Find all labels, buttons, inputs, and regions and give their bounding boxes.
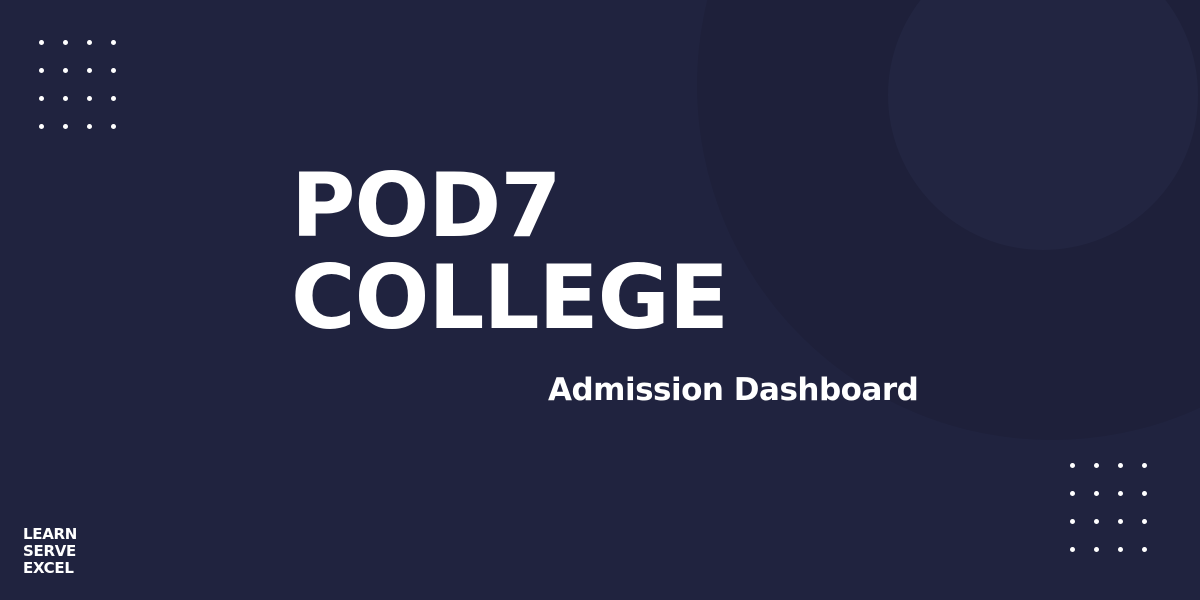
dot-grid-bottom-right xyxy=(1070,463,1147,552)
title-line-college: COLLEGE xyxy=(291,246,729,349)
decorative-dot xyxy=(1118,491,1123,496)
dot-grid-top-left xyxy=(39,40,116,129)
decorative-dot xyxy=(63,40,68,45)
page-title: POD7 COLLEGE xyxy=(291,154,729,349)
decorative-dot xyxy=(111,40,116,45)
decorative-dot xyxy=(1070,519,1075,524)
decorative-dot xyxy=(87,68,92,73)
decorative-dot xyxy=(39,96,44,101)
brand-line-excel: EXCEL xyxy=(23,559,74,577)
decorative-dot xyxy=(1118,547,1123,552)
decorative-dot xyxy=(1142,463,1147,468)
decorative-dot xyxy=(111,96,116,101)
decorative-dot xyxy=(1070,463,1075,468)
decorative-dot xyxy=(1142,519,1147,524)
decorative-dot xyxy=(1142,491,1147,496)
decorative-dot xyxy=(1094,463,1099,468)
decorative-dot xyxy=(39,40,44,45)
brand-line-learn: LEARN xyxy=(23,525,78,543)
decorative-dot xyxy=(1094,519,1099,524)
decorative-dot xyxy=(87,124,92,129)
decorative-dot xyxy=(1094,547,1099,552)
title-line-pod7: POD7 xyxy=(291,154,562,257)
brand-tagline: LEARN SERVE EXCEL xyxy=(23,526,77,577)
banner-canvas: POD7 COLLEGE Admission Dashboard LEARN S… xyxy=(0,0,1200,600)
decorative-dot xyxy=(1070,491,1075,496)
decorative-dot xyxy=(63,96,68,101)
decorative-dot xyxy=(1070,547,1075,552)
brand-line-serve: SERVE xyxy=(23,542,76,560)
decorative-dot xyxy=(87,40,92,45)
decorative-dot xyxy=(111,124,116,129)
decorative-dot xyxy=(1094,491,1099,496)
decorative-dot xyxy=(1118,519,1123,524)
page-subtitle: Admission Dashboard xyxy=(548,372,919,408)
decorative-dot xyxy=(39,124,44,129)
decorative-dot xyxy=(39,68,44,73)
decorative-dot xyxy=(63,124,68,129)
decorative-dot xyxy=(1118,463,1123,468)
decorative-dot xyxy=(87,96,92,101)
decorative-dot xyxy=(1142,547,1147,552)
decorative-dot xyxy=(63,68,68,73)
decorative-dot xyxy=(111,68,116,73)
